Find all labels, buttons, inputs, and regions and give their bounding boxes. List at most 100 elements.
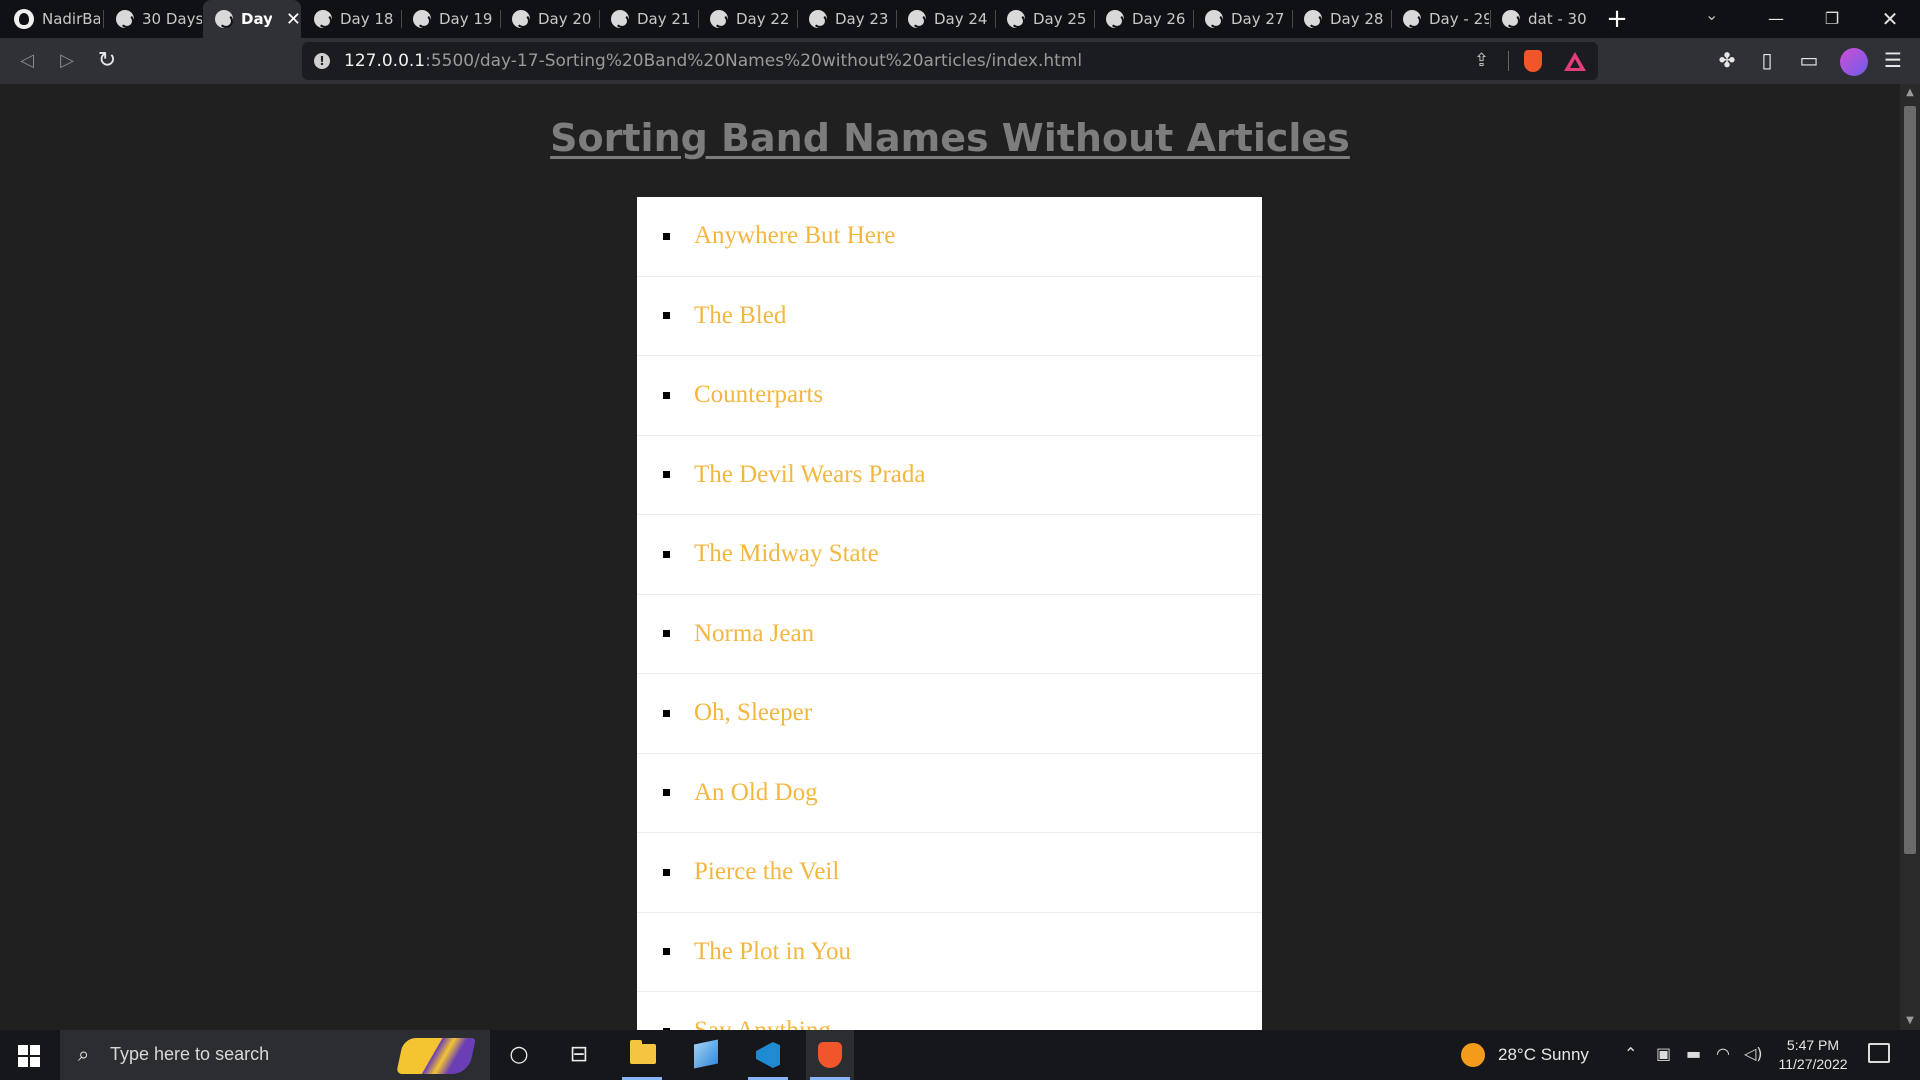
scroll-up-arrow-icon[interactable]: ▲: [1900, 84, 1920, 102]
globe-icon: [116, 10, 134, 28]
address-host: 127.0.0.1: [344, 51, 426, 71]
profile-avatar[interactable]: [1840, 48, 1868, 76]
band-list-item: Norma Jean: [637, 595, 1262, 674]
tab-day-26[interactable]: Day 26: [1094, 0, 1192, 38]
scroll-thumb[interactable]: [1904, 106, 1916, 854]
globe-icon: [1106, 10, 1124, 28]
list-bullet: [663, 471, 670, 479]
tab-30-days[interactable]: 30 Days: [104, 0, 202, 38]
band-list: Anywhere But Here The Bled Counterparts The…: [637, 197, 1262, 1030]
band-list-item: The Plot in You: [637, 913, 1262, 992]
tab-day-23[interactable]: Day 23: [797, 0, 895, 38]
page-scrollbar[interactable]: ▲ ▼: [1900, 84, 1920, 1030]
tab-day-18[interactable]: Day 18: [302, 0, 400, 38]
list-bullet: [663, 550, 670, 558]
tab-day-24[interactable]: Day 24: [896, 0, 994, 38]
tab-dat-30[interactable]: dat - 30: [1490, 0, 1588, 38]
back-button[interactable]: ◁: [12, 46, 42, 76]
tab-day-29[interactable]: Day - 29: [1391, 0, 1489, 38]
page-viewport: Sorting Band Names Without Articles Anyw…: [0, 84, 1900, 1030]
tab-github[interactable]: NadirBa: [0, 0, 100, 38]
share-icon[interactable]: ⇪: [1474, 50, 1489, 71]
tab-day-active[interactable]: Day ✕: [203, 0, 301, 38]
tab-day-28[interactable]: Day 28: [1292, 0, 1390, 38]
tab-day-21[interactable]: Day 21: [599, 0, 697, 38]
band-list-item: An Old Dog: [637, 754, 1262, 833]
band-name: Pierce the Veil: [694, 858, 840, 886]
band-name: The Plot in You: [694, 937, 851, 965]
globe-icon: [1007, 10, 1025, 28]
weather-text[interactable]: 28°C Sunny: [1498, 1045, 1589, 1065]
menu-icon[interactable]: ☰: [1880, 48, 1906, 72]
search-icon: ⌕: [78, 1042, 90, 1066]
windows-start-icon[interactable]: [18, 1045, 40, 1067]
system-clock[interactable]: 5:47 PM 11/27/2022: [1770, 1036, 1856, 1074]
github-icon: [14, 9, 34, 29]
band-list-item: Say Anything: [637, 992, 1262, 1030]
band-name: The Midway State: [694, 540, 879, 568]
tab-title: NadirBa: [42, 10, 100, 28]
minimize-button[interactable]: —: [1748, 0, 1804, 38]
clock-date: 11/27/2022: [1778, 1056, 1848, 1072]
list-bullet: [663, 789, 670, 797]
band-name: The Devil Wears Prada: [694, 460, 926, 488]
list-bullet: [663, 391, 670, 399]
extensions-puzzle-icon[interactable]: ✤: [1714, 48, 1740, 72]
band-list-item: The Midway State: [637, 515, 1262, 595]
taskbar-search-box[interactable]: ⌕ Type here to search: [60, 1030, 490, 1080]
wallet-icon[interactable]: ▭: [1796, 48, 1822, 72]
tab-title: Day 21: [637, 10, 691, 28]
volume-icon[interactable]: ◁): [1744, 1044, 1763, 1063]
address-path: :5500/day-17-Sorting%20Band%20Names%20wi…: [425, 51, 1083, 71]
meet-now-icon[interactable]: ▣: [1656, 1044, 1671, 1063]
tab-title: Day 24: [934, 10, 988, 28]
tab-day-20[interactable]: Day 20: [500, 0, 598, 38]
address-text[interactable]: 127.0.0.1:5500/day-17-Sorting%20Band%20N…: [344, 51, 1082, 71]
tab-day-25[interactable]: Day 25: [995, 0, 1093, 38]
globe-icon: [413, 10, 431, 28]
address-bar[interactable]: ! 127.0.0.1:5500/day-17-Sorting%20Band%2…: [302, 42, 1598, 80]
reload-button[interactable]: ↻: [92, 46, 122, 76]
search-highlight-image: [396, 1038, 476, 1074]
tab-search-chevron-icon[interactable]: ⌄: [1705, 5, 1718, 24]
scroll-down-arrow-icon[interactable]: ▼: [1900, 1012, 1920, 1030]
weather-sun-icon[interactable]: [1461, 1043, 1485, 1067]
tab-day-27[interactable]: Day 27: [1193, 0, 1291, 38]
tab-title: dat - 30: [1528, 10, 1587, 28]
close-tab-icon[interactable]: ✕: [286, 9, 301, 30]
tab-day-22[interactable]: Day 22: [698, 0, 796, 38]
globe-icon: [1205, 10, 1223, 28]
address-divider: [1508, 51, 1509, 71]
brave-shields-icon[interactable]: [1524, 50, 1542, 72]
cortana-icon[interactable]: ○: [495, 1030, 543, 1080]
vscode-icon[interactable]: [744, 1030, 792, 1080]
notification-center-icon[interactable]: [1868, 1043, 1890, 1063]
file-explorer-icon[interactable]: [618, 1030, 666, 1080]
deploy-app-icon[interactable]: [682, 1030, 730, 1080]
tab-day-19[interactable]: Day 19: [401, 0, 499, 38]
page-title: Sorting Band Names Without Articles: [550, 116, 1350, 160]
band-name: The Bled: [694, 301, 787, 329]
list-bullet: [663, 709, 670, 717]
forward-button[interactable]: ▷: [52, 46, 82, 76]
band-name: Oh, Sleeper: [694, 699, 813, 727]
band-list-item: Counterparts: [637, 356, 1262, 436]
battery-icon[interactable]: ▬: [1686, 1044, 1701, 1063]
browser-toolbar: ◁ ▷ ↻ ! 127.0.0.1:5500/day-17-Sorting%20…: [0, 38, 1920, 84]
restore-button[interactable]: ❐: [1804, 0, 1860, 38]
wifi-icon[interactable]: ◠: [1716, 1044, 1730, 1063]
show-hidden-icons-chevron-icon[interactable]: ⌃: [1624, 1044, 1637, 1063]
tab-title: Day 27: [1231, 10, 1285, 28]
list-bullet: [663, 948, 670, 956]
brave-rewards-icon[interactable]: [1564, 52, 1586, 71]
site-info-icon[interactable]: !: [314, 53, 330, 69]
task-view-icon[interactable]: ⊟: [555, 1030, 603, 1080]
close-window-button[interactable]: ✕: [1862, 0, 1918, 38]
globe-icon: [1304, 10, 1322, 28]
tab-title: Day 28: [1330, 10, 1384, 28]
brave-browser-icon[interactable]: [806, 1030, 854, 1080]
band-list-item: Oh, Sleeper: [637, 674, 1262, 754]
new-tab-button[interactable]: +: [1602, 4, 1632, 34]
list-bullet: [663, 630, 670, 638]
sidebar-icon[interactable]: ▯: [1754, 48, 1780, 72]
